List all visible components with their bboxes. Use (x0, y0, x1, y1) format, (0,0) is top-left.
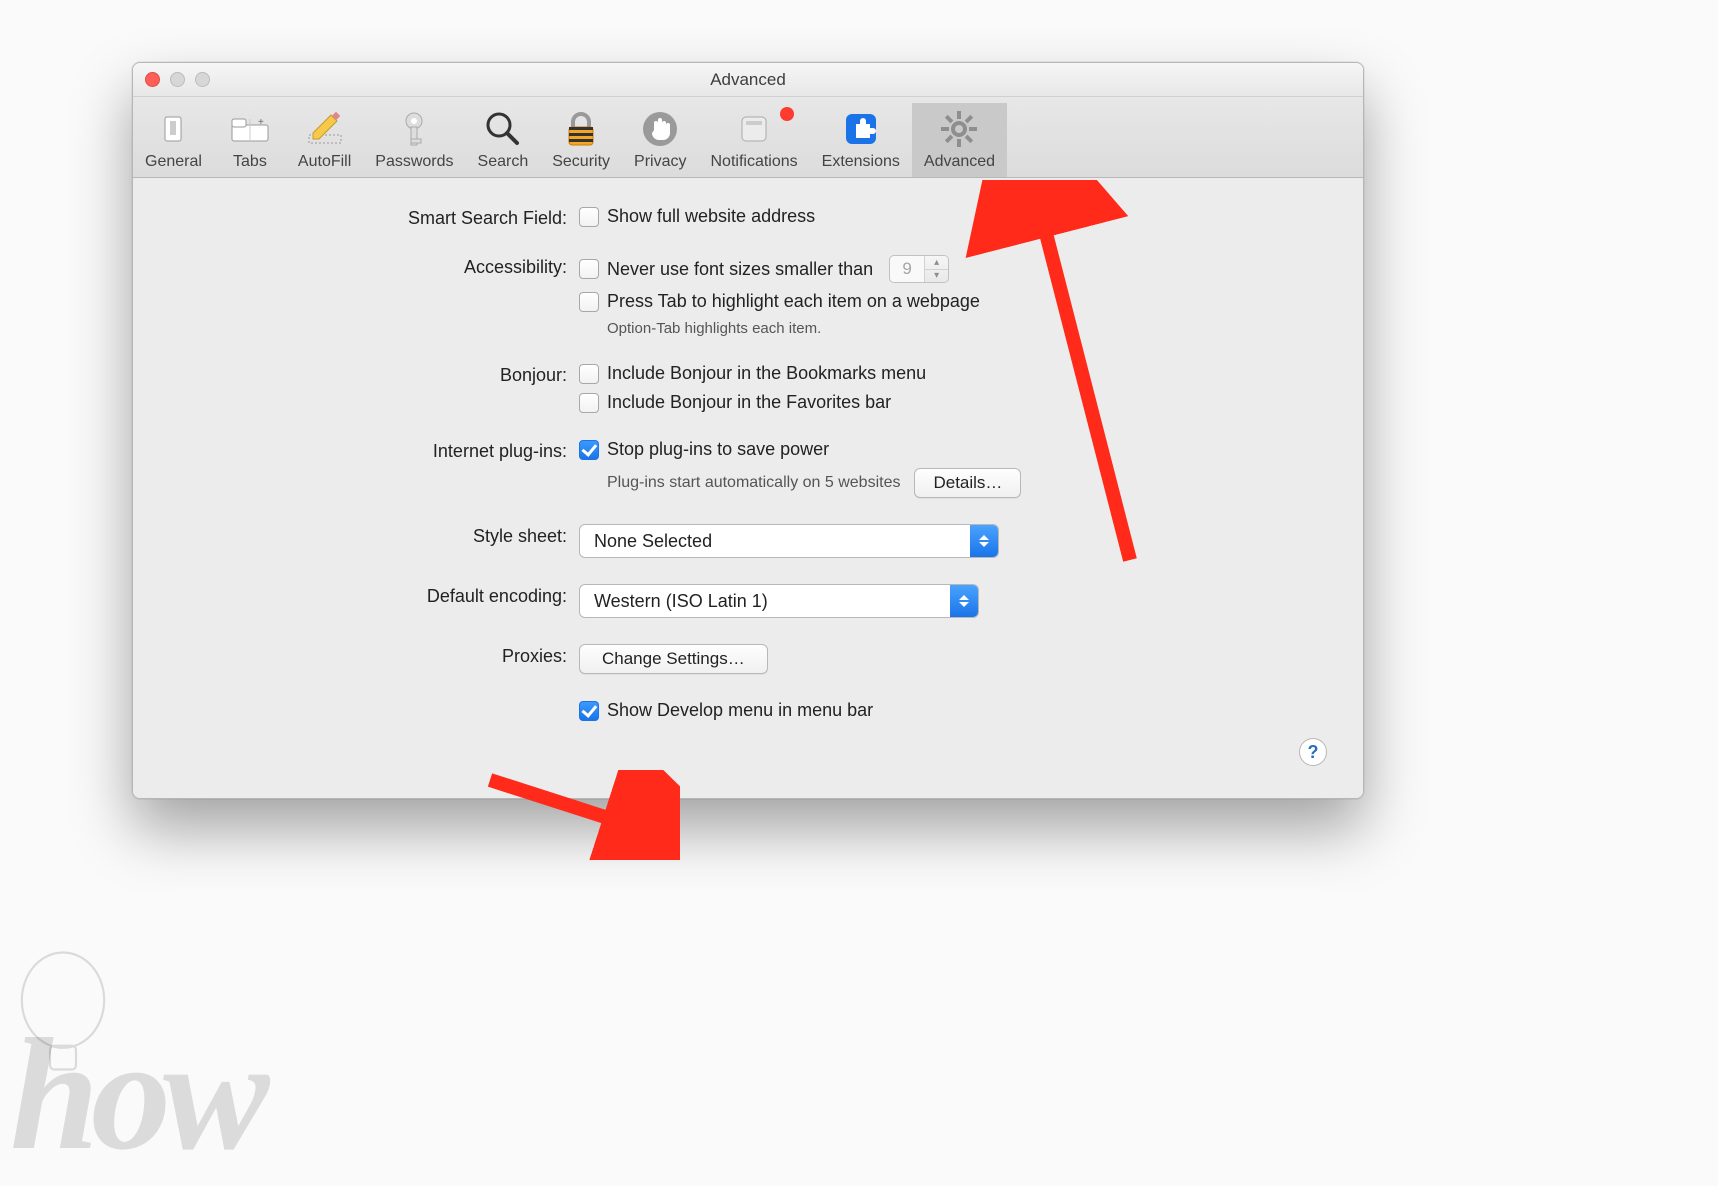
toolbar-label: Passwords (375, 153, 453, 171)
tab-notifications[interactable]: Notifications (698, 103, 809, 177)
notifications-icon (730, 107, 778, 151)
hand-icon (636, 107, 684, 151)
tab-general[interactable]: General (133, 103, 214, 177)
tabs-icon: + (226, 107, 274, 151)
search-icon (479, 107, 527, 151)
tab-passwords[interactable]: Passwords (363, 103, 465, 177)
tab-highlight-text: Press Tab to highlight each item on a we… (607, 291, 980, 312)
stop-plugins-text: Stop plug-ins to save power (607, 439, 829, 460)
bonjour-favorites-checkbox[interactable] (579, 393, 599, 413)
tab-highlight-checkbox[interactable] (579, 292, 599, 312)
toolbar-label: Security (552, 153, 610, 171)
tab-autofill[interactable]: AutoFill (286, 103, 363, 177)
lock-icon (557, 107, 605, 151)
toolbar-label: General (145, 153, 202, 171)
show-develop-checkbox[interactable] (579, 701, 599, 721)
accessibility-hint: Option-Tab highlights each item. (607, 320, 1327, 337)
tab-advanced[interactable]: Advanced (912, 103, 1007, 177)
help-button[interactable]: ? (1299, 738, 1327, 766)
svg-text:+: + (258, 117, 264, 128)
window-title: Advanced (710, 70, 786, 90)
stylesheet-select[interactable]: None Selected (579, 524, 999, 558)
change-proxies-button[interactable]: Change Settings… (579, 644, 768, 674)
tab-search[interactable]: Search (466, 103, 541, 177)
plugins-hint: Plug-ins start automatically on 5 websit… (607, 474, 900, 492)
encoding-label: Default encoding: (169, 584, 579, 607)
toolbar-label: Search (478, 153, 529, 171)
close-window-icon[interactable] (145, 72, 160, 87)
proxies-label: Proxies: (169, 644, 579, 667)
plugins-details-button[interactable]: Details… (914, 468, 1021, 498)
toolbar-label: AutoFill (298, 153, 351, 171)
stop-plugins-checkbox[interactable] (579, 440, 599, 460)
titlebar: Advanced (133, 63, 1363, 97)
min-font-stepper[interactable]: 9 ▴▾ (889, 255, 949, 283)
stylesheet-label: Style sheet: (169, 524, 579, 547)
tab-extensions[interactable]: Extensions (810, 103, 912, 177)
min-font-value: 9 (890, 256, 924, 282)
stylesheet-value: None Selected (594, 531, 712, 552)
tab-security[interactable]: Security (540, 103, 622, 177)
preferences-toolbar: General + Tabs AutoFill Passwords Search (133, 97, 1363, 178)
preferences-window: Advanced General + Tabs AutoFill Pas (132, 62, 1364, 799)
window-controls (145, 72, 210, 87)
general-icon (149, 107, 197, 151)
select-arrows-icon (950, 585, 978, 617)
toolbar-label: Extensions (822, 153, 900, 171)
plugins-label: Internet plug-ins: (169, 439, 579, 462)
min-font-checkbox[interactable] (579, 259, 599, 279)
encoding-select[interactable]: Western (ISO Latin 1) (579, 584, 979, 618)
tab-tabs[interactable]: + Tabs (214, 103, 286, 177)
show-develop-text: Show Develop menu in menu bar (607, 700, 873, 721)
stepper-up-icon[interactable]: ▴ (925, 256, 948, 270)
select-arrows-icon (970, 525, 998, 557)
extensions-icon (837, 107, 885, 151)
tab-privacy[interactable]: Privacy (622, 103, 698, 177)
bonjour-label: Bonjour: (169, 363, 579, 386)
min-font-text: Never use font sizes smaller than (607, 259, 873, 280)
autofill-icon (301, 107, 349, 151)
toolbar-label: Notifications (710, 153, 797, 171)
show-full-url-checkbox[interactable] (579, 207, 599, 227)
minimize-window-icon (170, 72, 185, 87)
stepper-down-icon[interactable]: ▾ (925, 270, 948, 283)
toolbar-label: Tabs (233, 153, 267, 171)
show-full-url-text: Show full website address (607, 206, 815, 227)
accessibility-label: Accessibility: (169, 255, 579, 278)
bonjour-bookmarks-text: Include Bonjour in the Bookmarks menu (607, 363, 926, 384)
notification-badge-icon (780, 107, 794, 121)
watermark-text: how (10, 1022, 262, 1166)
bonjour-favorites-text: Include Bonjour in the Favorites bar (607, 392, 891, 413)
bonjour-bookmarks-checkbox[interactable] (579, 364, 599, 384)
key-icon (390, 107, 438, 151)
encoding-value: Western (ISO Latin 1) (594, 591, 768, 612)
toolbar-label: Privacy (634, 153, 686, 171)
toolbar-label: Advanced (924, 153, 995, 171)
advanced-pane: Smart Search Field: Show full website ad… (133, 178, 1363, 798)
gear-icon (935, 107, 983, 151)
smart-search-label: Smart Search Field: (169, 206, 579, 229)
maximize-window-icon (195, 72, 210, 87)
